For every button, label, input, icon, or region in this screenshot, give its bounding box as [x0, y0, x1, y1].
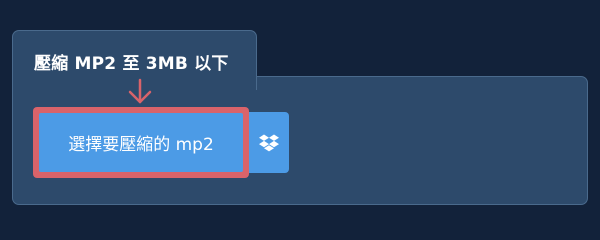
arrow-down-icon — [128, 78, 152, 104]
choose-file-button[interactable]: 選擇要壓縮的 mp2 — [39, 113, 243, 172]
panel-title: 壓縮 MP2 至 3MB 以下 — [34, 54, 229, 74]
dropbox-icon — [259, 134, 279, 151]
dropbox-button[interactable] — [249, 112, 289, 173]
